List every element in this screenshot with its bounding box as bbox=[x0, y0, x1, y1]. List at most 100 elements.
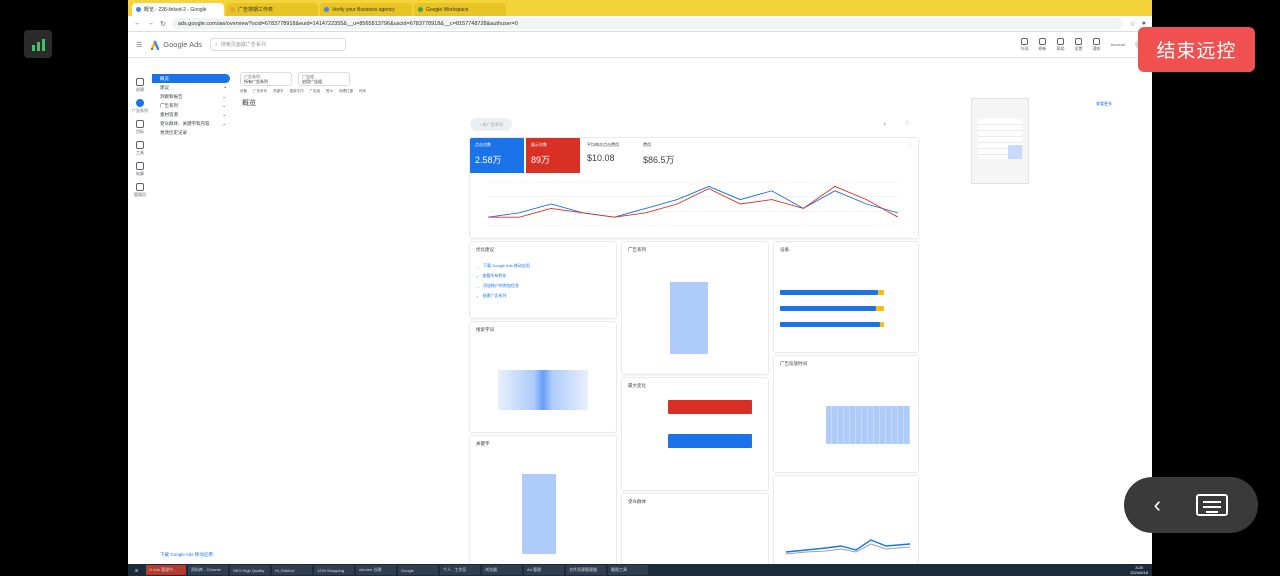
subtab[interactable]: 地理位置 bbox=[339, 89, 353, 94]
new-campaign-button[interactable]: + 新广告系列 bbox=[470, 118, 512, 131]
star-icon[interactable]: ☆ bbox=[1129, 20, 1135, 28]
taskbar-item[interactable]: SEO High Quality bbox=[230, 565, 270, 575]
subtab[interactable]: 广告系列 bbox=[253, 89, 267, 94]
rec-item[interactable]: ✓ 创建广告系列 bbox=[476, 293, 610, 299]
url-field[interactable]: ads.google.com/aw/overview?ocid=67837789… bbox=[171, 18, 1124, 29]
nav-item-insights[interactable]: 洞察和报告 ⌄ bbox=[152, 92, 230, 101]
check-icon: ✓ bbox=[476, 293, 480, 299]
adgroup-filter-dropdown[interactable]: 广告组 启用广告组 bbox=[298, 72, 350, 86]
card-title: 搜索字词 bbox=[476, 327, 494, 332]
menu-icon[interactable]: ☰ bbox=[136, 41, 142, 49]
recommendations-card: 优化建议 → 下载 Google Ads 移动应用 ✓ 查看所有转化 → 添加帐户的附… bbox=[470, 242, 616, 318]
taskbar-item[interactable]: 1234 Shopping bbox=[314, 565, 354, 575]
series-line bbox=[488, 185, 898, 218]
ads-header: ☰ Google Ads ⌕ 搜索页面或广告系列 外观 刷新 帮助 设置 通知 A… bbox=[128, 32, 1152, 58]
audiences-card: 受众群体 bbox=[622, 494, 768, 564]
subtab[interactable]: 设备 bbox=[240, 89, 247, 94]
rail-tools[interactable]: 工具 bbox=[136, 141, 144, 156]
sub-tabs: 设备 广告系列 关键字 搜索字词 广告组 受众 地理位置 时间 bbox=[240, 89, 366, 94]
browser-tab[interactable]: 广告排期工作表 bbox=[226, 3, 318, 16]
subtab[interactable]: 时间 bbox=[359, 89, 366, 94]
account-info[interactable]: Account bbox=[1111, 42, 1125, 47]
rail-goals[interactable]: 目标 bbox=[136, 120, 144, 135]
dot-icon: • bbox=[224, 85, 226, 90]
chevron-down-icon: ⌄ bbox=[222, 111, 226, 117]
kpi-clicks[interactable]: 点击次数 2.58万 bbox=[470, 138, 524, 173]
fullscreen-icon[interactable]: ⛶ bbox=[906, 120, 909, 125]
nav-item-audiences[interactable]: 受众群体、关键字和内容 ⌄ bbox=[152, 119, 230, 128]
brand-label: Google Ads bbox=[163, 40, 203, 49]
card-title: 关键字 bbox=[476, 441, 490, 446]
campaign-filter-dropdown[interactable]: 广告系列 所有广告系列 bbox=[240, 72, 292, 86]
arrow-icon: → bbox=[476, 263, 480, 269]
gear-icon bbox=[1075, 37, 1083, 45]
filter-row: 广告系列 所有广告系列 广告组 启用广告组 bbox=[240, 72, 350, 86]
keyboard-icon[interactable] bbox=[1196, 494, 1229, 516]
refresh-button[interactable]: 刷新 bbox=[1039, 37, 1047, 52]
notifications-button[interactable]: 通知 bbox=[1093, 37, 1101, 52]
subtab[interactable]: 广告组 bbox=[310, 89, 321, 94]
end-remote-control-button[interactable]: 结束远控 bbox=[1138, 27, 1255, 72]
profile-icon[interactable]: ● bbox=[1142, 20, 1146, 27]
subtab[interactable]: 受众 bbox=[326, 89, 333, 94]
taskbar-item[interactable]: 截图工具 bbox=[608, 565, 648, 575]
kpi-cost[interactable]: 费用 $86.5万 bbox=[638, 138, 692, 173]
nav-item-recommendations[interactable]: 建议 • bbox=[152, 83, 230, 92]
plus-icon bbox=[136, 78, 144, 86]
rail-admin[interactable]: 管理员 bbox=[134, 183, 146, 198]
browser-tab[interactable]: Verify your Business agency bbox=[320, 3, 412, 16]
browser-tab[interactable]: Google Workspace bbox=[414, 3, 506, 16]
kpi-impressions[interactable]: 展示次数 89万 bbox=[526, 138, 580, 173]
biggest-changes-card: 最大变化 bbox=[622, 378, 768, 490]
rec-item[interactable]: → 添加帐户的附加信息 bbox=[476, 283, 610, 289]
browser-tab[interactable]: 概览 - 228-linked-2 - Google bbox=[132, 3, 224, 16]
rec-item[interactable]: → 下载 Google Ads 移动应用 bbox=[476, 263, 610, 269]
search-trends-card bbox=[774, 476, 918, 564]
view-more-link[interactable]: 查看更多 bbox=[1096, 101, 1112, 107]
help-icon bbox=[1057, 37, 1065, 45]
back-arrow-icon[interactable]: ← bbox=[134, 20, 141, 27]
highlight-column bbox=[522, 474, 556, 554]
more-icon[interactable]: ⋮ bbox=[908, 142, 912, 147]
taskbar-item[interactable]: G Ads 管理中... bbox=[146, 565, 186, 575]
kpi-avg-cpc[interactable]: 平均每次点击费用 $10.08 bbox=[582, 138, 636, 173]
device-bar-tablet bbox=[878, 290, 884, 295]
subtab[interactable]: 搜索字词 bbox=[290, 89, 304, 94]
download-icon[interactable]: ⤓ bbox=[884, 120, 886, 125]
nav-item-change-history[interactable]: 更改历史记录 bbox=[152, 128, 230, 137]
appearance-button[interactable]: 外观 bbox=[1021, 37, 1029, 52]
mobile-app-link[interactable]: 下载 Google Ads 移动应用 bbox=[160, 552, 213, 558]
settings-button[interactable]: 设置 bbox=[1075, 37, 1083, 52]
taskbar-item[interactable]: chrome 谷歌 bbox=[356, 565, 396, 575]
windows-start-icon[interactable]: ⊞ bbox=[132, 565, 144, 575]
taskbar-item[interactable]: 浏览器 bbox=[482, 565, 522, 575]
campaigns-icon bbox=[136, 99, 144, 107]
calendar-selection bbox=[1008, 145, 1022, 159]
taskbar-item[interactable]: 资料库 - Chrome bbox=[188, 565, 228, 575]
rail-create[interactable]: 创建 bbox=[136, 78, 144, 93]
rec-item[interactable]: ✓ 查看所有转化 bbox=[476, 273, 610, 279]
taskbar-item[interactable]: Google bbox=[398, 565, 438, 575]
heatmap bbox=[498, 370, 588, 410]
reload-icon[interactable]: ↻ bbox=[160, 20, 166, 28]
refresh-icon bbox=[1039, 37, 1047, 45]
rail-campaigns[interactable]: 广告系列 bbox=[132, 99, 148, 114]
rail-billing[interactable]: 结算 bbox=[136, 162, 144, 177]
page-favicon-icon bbox=[324, 7, 329, 12]
help-button[interactable]: 帮助 bbox=[1057, 37, 1065, 52]
trend-line-chart bbox=[786, 539, 910, 555]
change-bar-blue bbox=[668, 434, 752, 448]
nav-item-overview[interactable]: 概览 bbox=[152, 74, 230, 83]
gear-icon bbox=[136, 183, 144, 191]
taskbar-item[interactable]: Hi_Roblox/ bbox=[272, 565, 312, 575]
taskbar-item[interactable]: 个人 - 工作区 bbox=[440, 565, 480, 575]
nav-item-campaigns[interactable]: 广告系列 ⌄ bbox=[152, 101, 230, 110]
nav-item-assets[interactable]: 素材资源 ⌄ bbox=[152, 110, 230, 119]
back-chevron-icon[interactable]: ‹ bbox=[1154, 492, 1161, 518]
subtab[interactable]: 关键字 bbox=[273, 89, 284, 94]
taskbar-item[interactable]: 文件资源管理器 bbox=[566, 565, 606, 575]
device-bar bbox=[780, 322, 880, 327]
forward-arrow-icon[interactable]: → bbox=[147, 20, 154, 27]
taskbar-item[interactable]: Ad 管理 bbox=[524, 565, 564, 575]
search-input[interactable]: ⌕ 搜索页面或广告系列 bbox=[210, 38, 347, 51]
